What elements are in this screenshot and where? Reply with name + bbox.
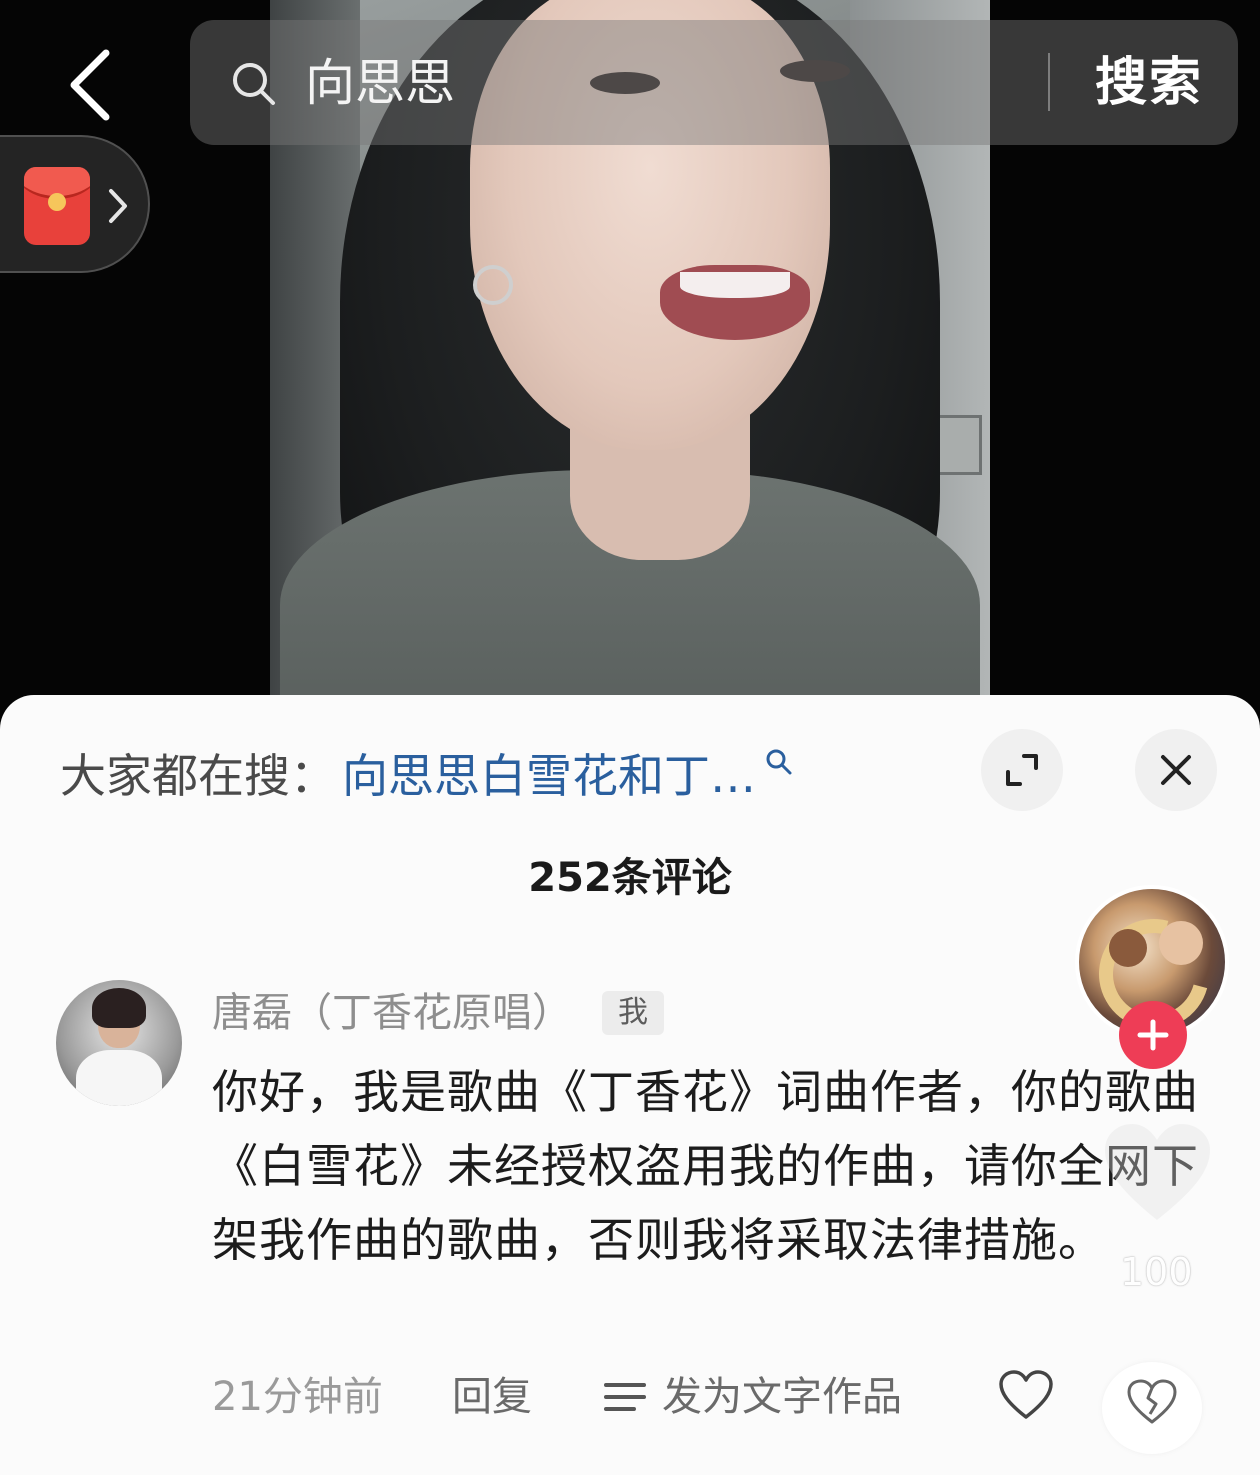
dislike-button[interactable] bbox=[1102, 1362, 1202, 1454]
comment-body[interactable]: 你好，我是歌曲《丁香花》词曲作者，你的歌曲《白雪花》未经授权盗用我的作曲，请你全… bbox=[212, 1055, 1202, 1277]
reply-button[interactable]: 回复 bbox=[452, 1367, 532, 1427]
trending-query-link[interactable]: 向思思白雪花和丁… bbox=[342, 740, 756, 806]
comment-sheet: 大家都在搜： 向思思白雪花和丁… 252条评论 唐磊（丁香花原唱） 我 你好，我… bbox=[0, 695, 1260, 1475]
search-input[interactable]: 向思思 bbox=[305, 48, 455, 118]
video-subject-teeth bbox=[680, 272, 790, 298]
back-arrow-icon bbox=[70, 49, 110, 121]
broken-heart-icon bbox=[1127, 1379, 1177, 1424]
comment-author[interactable]: 唐磊（丁香花原唱） bbox=[212, 985, 572, 1041]
publish-as-text-button[interactable]: 发为文字作品 bbox=[662, 1367, 902, 1427]
close-button[interactable] bbox=[1135, 729, 1217, 811]
red-packet-tab[interactable] bbox=[0, 135, 150, 273]
expand-icon bbox=[1006, 754, 1038, 786]
search-bar[interactable]: 向思思 搜索 bbox=[190, 20, 1238, 145]
trending-search[interactable]: 大家都在搜： 向思思白雪花和丁… bbox=[60, 743, 794, 803]
search-icon bbox=[233, 63, 275, 105]
heart-icon[interactable] bbox=[998, 1369, 1054, 1421]
search-icon bbox=[766, 749, 792, 775]
chevron-right-icon bbox=[109, 189, 127, 223]
floating-like-count: 100 bbox=[1120, 1250, 1193, 1294]
search-divider bbox=[1048, 53, 1050, 111]
trending-label: 大家都在搜： bbox=[60, 749, 336, 803]
heart-icon bbox=[1105, 1124, 1210, 1220]
comment-timestamp: 21分钟前 bbox=[212, 1374, 383, 1420]
close-icon bbox=[1161, 755, 1191, 785]
text-lines-icon bbox=[604, 1383, 646, 1411]
plus-icon bbox=[1137, 1019, 1169, 1051]
red-envelope-icon bbox=[24, 167, 90, 245]
expand-button[interactable] bbox=[981, 729, 1063, 811]
me-badge: 我 bbox=[602, 991, 664, 1035]
video-subject-earring bbox=[473, 265, 513, 305]
back-button[interactable] bbox=[55, 40, 125, 130]
search-button[interactable]: 搜索 bbox=[1095, 48, 1203, 118]
comment-meta-row: 21分钟前 回复 发为文字作品 bbox=[212, 1362, 1212, 1454]
avatar[interactable] bbox=[56, 980, 182, 1106]
comment-count: 252条评论 bbox=[528, 855, 732, 901]
